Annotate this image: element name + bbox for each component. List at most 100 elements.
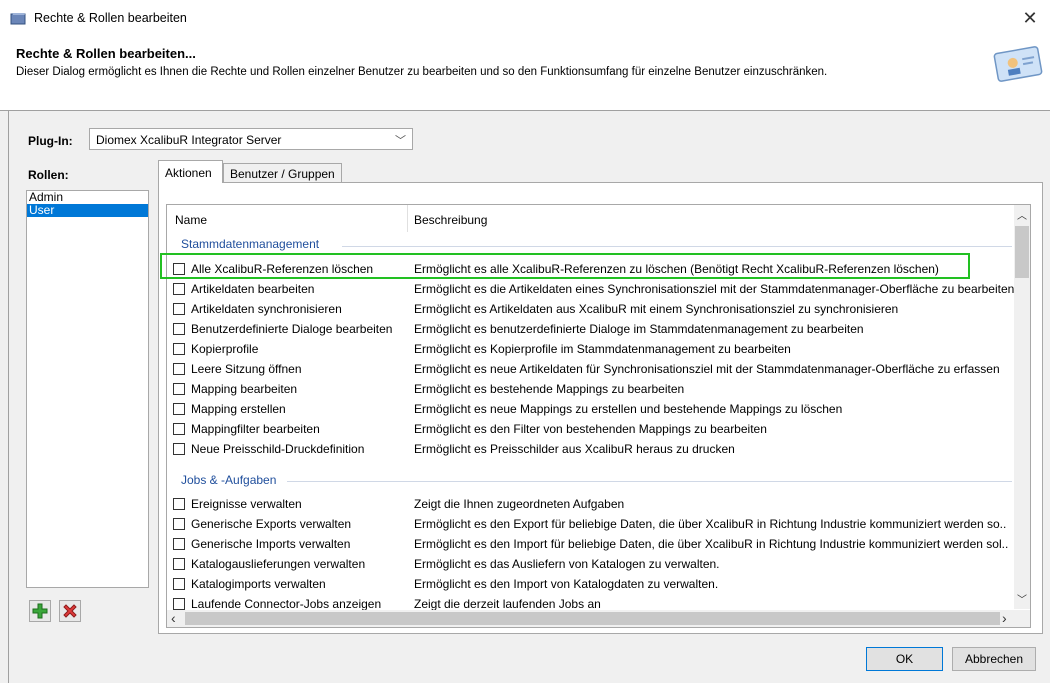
row-name: Ereignisse verwalten xyxy=(191,497,302,511)
add-icon xyxy=(32,603,48,619)
delete-icon xyxy=(63,604,77,618)
scroll-up-icon[interactable]: ︿ xyxy=(1017,207,1027,222)
column-header-description[interactable]: Beschreibung xyxy=(414,213,487,227)
row-name: Laufende Connector-Jobs anzeigen xyxy=(191,597,382,611)
group-header-stammdatenmanagement: Stammdatenmanagement xyxy=(181,237,320,251)
row-description: Ermöglicht es Kopierprofile im Stammdate… xyxy=(414,342,791,356)
checkbox[interactable] xyxy=(173,443,185,455)
table-row[interactable]: Alle XcalibuR-Referenzen löschen Ermöglic… xyxy=(167,259,1015,279)
row-description: Ermöglicht es den Export für beliebige D… xyxy=(414,517,1007,531)
row-description: Ermöglicht es den Filter von bestehenden… xyxy=(414,422,767,436)
table-row[interactable]: Artikeldaten synchronisieren Ermöglicht e… xyxy=(167,299,1015,319)
checkbox[interactable] xyxy=(173,578,185,590)
row-name: Kopierprofile xyxy=(191,342,259,356)
row-description: Ermöglicht es die Artikeldaten eines Syn… xyxy=(414,282,1015,296)
table-row[interactable]: Benutzerdefinierte Dialoge bearbeiten Erm… xyxy=(167,319,1015,339)
checkbox[interactable] xyxy=(173,343,185,355)
row-name: Katalogimports verwalten xyxy=(191,577,326,591)
column-divider[interactable] xyxy=(407,205,408,232)
header-description: Dieser Dialog ermöglicht es Ihnen die Re… xyxy=(16,66,828,78)
title-bar: Rechte & Rollen bearbeiten ✕ xyxy=(0,0,1050,36)
row-description: Ermöglicht es das Ausliefern von Katalog… xyxy=(414,557,720,571)
cancel-button[interactable]: Abbrechen xyxy=(952,647,1036,671)
roles-list[interactable]: Admin User xyxy=(26,190,149,588)
scrollbar-thumb[interactable] xyxy=(1015,226,1029,278)
scroll-down-icon[interactable]: ﹀ xyxy=(1017,591,1027,606)
chevron-down-icon: ﹀ xyxy=(395,135,406,147)
row-name: Leere Sitzung öffnen xyxy=(191,362,302,376)
column-header-name[interactable]: Name xyxy=(175,213,207,227)
checkbox[interactable] xyxy=(173,518,185,530)
table-row[interactable]: Leere Sitzung öffnen Ermöglicht es neue A… xyxy=(167,359,1015,379)
plugin-dropdown[interactable]: Diomex XcalibuR Integrator Server ﹀ xyxy=(89,128,413,150)
row-name: Benutzerdefinierte Dialoge bearbeiten xyxy=(191,322,393,336)
plugin-label: Plug-In: xyxy=(28,134,73,148)
row-description: Ermöglicht es den Import für beliebige D… xyxy=(414,537,1009,551)
checkbox[interactable] xyxy=(173,403,185,415)
table-row[interactable]: Ereignisse verwalten Zeigt die Ihnen zuge… xyxy=(167,494,1015,514)
row-name: Katalogauslieferungen verwalten xyxy=(191,557,366,571)
scroll-left-icon[interactable]: ‹ xyxy=(171,610,176,626)
row-description: Zeigt die derzeit laufenden Jobs an xyxy=(414,597,601,611)
row-name: Neue Preisschild-Druckdefinition xyxy=(191,442,365,456)
row-name: Alle XcalibuR-Referenzen löschen xyxy=(191,262,374,276)
row-description: Ermöglicht es Preisschilder aus XcalibuR… xyxy=(414,442,735,456)
table-row[interactable]: Generische Imports verwalten Ermöglicht e… xyxy=(167,534,1015,554)
checkbox[interactable] xyxy=(173,303,185,315)
table-row[interactable]: Kopierprofile Ermöglicht es Kopierprofile… xyxy=(167,339,1015,359)
table-row[interactable]: Mapping erstellen Ermöglicht es neue Mapp… xyxy=(167,399,1015,419)
checkbox[interactable] xyxy=(173,558,185,570)
row-name: Artikeldaten synchronisieren xyxy=(191,302,342,316)
roles-label: Rollen: xyxy=(28,168,69,182)
checkbox[interactable] xyxy=(173,323,185,335)
horizontal-scrollbar[interactable]: ‹ › xyxy=(167,610,1013,627)
delete-role-button[interactable] xyxy=(59,600,81,622)
row-name: Mapping erstellen xyxy=(191,402,286,416)
row-name: Generische Imports verwalten xyxy=(191,537,351,551)
vertical-scrollbar[interactable]: ︿ ﹀ xyxy=(1014,205,1030,609)
add-role-button[interactable] xyxy=(29,600,51,622)
user-card-icon xyxy=(993,46,1043,82)
row-description: Ermöglicht es benutzerdefinierte Dialoge… xyxy=(414,322,864,336)
dialog-header: Rechte & Rollen bearbeiten... Dieser Dia… xyxy=(0,36,1050,111)
row-name: Artikeldaten bearbeiten xyxy=(191,282,315,296)
table-row[interactable]: Mappingfilter bearbeiten Ermöglicht es de… xyxy=(167,419,1015,439)
scrollbar-thumb[interactable] xyxy=(185,612,1000,625)
role-item-user[interactable]: User xyxy=(27,204,148,217)
key-folder-icon xyxy=(10,13,26,25)
checkbox[interactable] xyxy=(173,423,185,435)
checkbox[interactable] xyxy=(173,263,185,275)
table-row[interactable]: Neue Preisschild-Druckdefinition Ermöglic… xyxy=(167,439,1015,459)
row-description: Ermöglicht es den Import von Katalogdate… xyxy=(414,577,719,591)
group-divider xyxy=(342,246,1012,247)
tab-aktionen[interactable]: Aktionen xyxy=(158,160,223,183)
checkbox[interactable] xyxy=(173,498,185,510)
close-button[interactable]: ✕ xyxy=(1018,6,1042,30)
table-row[interactable]: Katalogauslieferungen verwalten Ermöglich… xyxy=(167,554,1015,574)
checkbox[interactable] xyxy=(173,598,185,610)
header-title: Rechte & Rollen bearbeiten... xyxy=(16,46,196,61)
table-row[interactable]: Katalogimports verwalten Ermöglicht es de… xyxy=(167,574,1015,594)
row-description: Ermöglicht es alle XcalibuR-Referenzen z… xyxy=(414,262,939,276)
checkbox[interactable] xyxy=(173,283,185,295)
window-border xyxy=(8,110,9,683)
row-description: Ermöglicht es neue Mappings zu erstellen… xyxy=(414,402,843,416)
checkbox[interactable] xyxy=(173,538,185,550)
plugin-selected-value: Diomex XcalibuR Integrator Server xyxy=(96,133,282,147)
row-name: Mappingfilter bearbeiten xyxy=(191,422,320,436)
checkbox[interactable] xyxy=(173,363,185,375)
scroll-right-icon[interactable]: › xyxy=(1002,610,1007,626)
row-name: Mapping bearbeiten xyxy=(191,382,298,396)
tab-benutzer-gruppen[interactable]: Benutzer / Gruppen xyxy=(223,163,342,183)
scrollbar-corner xyxy=(1013,610,1030,627)
window-title: Rechte & Rollen bearbeiten xyxy=(34,11,187,25)
row-name: Generische Exports verwalten xyxy=(191,517,352,531)
table-row[interactable]: Generische Exports verwalten Ermöglicht e… xyxy=(167,514,1015,534)
table-row[interactable]: Artikeldaten bearbeiten Ermöglicht es die… xyxy=(167,279,1015,299)
ok-button[interactable]: OK xyxy=(866,647,943,671)
table-row[interactable]: Mapping bearbeiten Ermöglicht es bestehen… xyxy=(167,379,1015,399)
permissions-table: Name Beschreibung Stammdatenmanagement A… xyxy=(166,204,1031,628)
group-divider xyxy=(287,481,1012,482)
checkbox[interactable] xyxy=(173,383,185,395)
row-description: Ermöglicht es Artikeldaten aus XcalibuR … xyxy=(414,302,899,316)
